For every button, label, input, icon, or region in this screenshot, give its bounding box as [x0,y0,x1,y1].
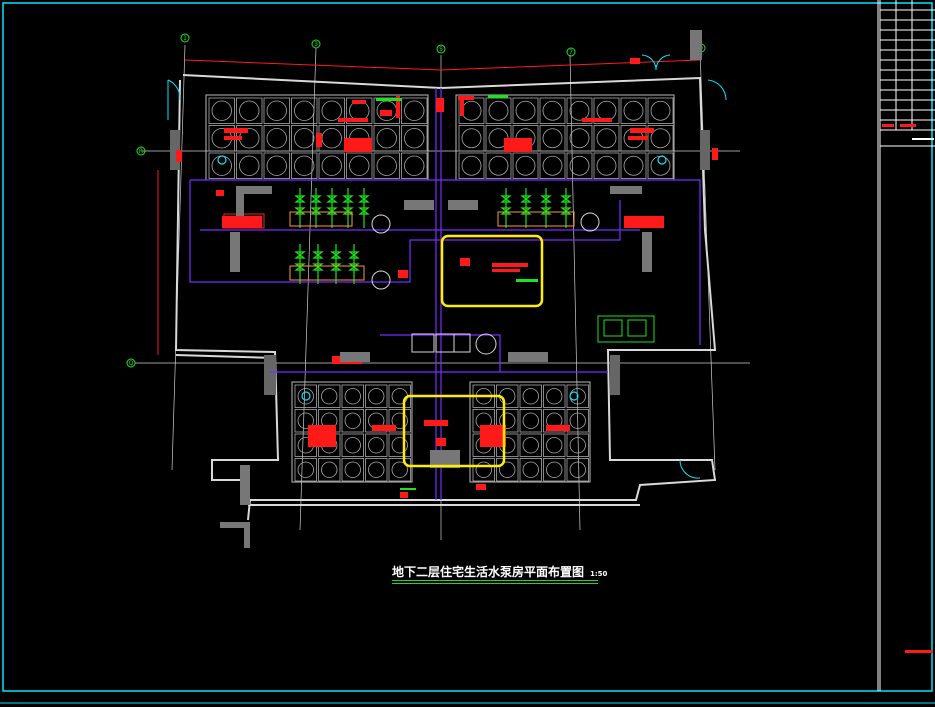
title-underline-2 [392,583,598,584]
drawing-scale: 1:50 [590,570,608,578]
pump-circles [371,212,600,355]
wall-column [264,355,276,395]
drawing-title-text: 地下二层住宅生活水泵房平面布置图 [392,565,585,579]
wall-column [610,355,620,395]
svg-text:R: R [139,148,143,155]
svg-text:5: 5 [439,46,443,53]
title-block-red-mark [905,650,933,653]
drawing-title: 地下二层住宅生活水泵房平面布置图 1:50 [392,563,607,580]
title-underline [392,580,598,581]
svg-text:1: 1 [183,35,187,42]
equipment-blocks [176,58,718,498]
svg-text:3: 3 [314,41,318,48]
green-labels [376,95,538,490]
green-cabinets [597,315,655,343]
wall-column [700,130,710,170]
cad-drawing-canvas: 1 3 5 7 9 R Q [0,0,935,704]
svg-text:7: 7 [569,49,573,56]
drawing-frame [2,2,933,692]
svg-text:Q: Q [129,360,134,367]
title-block-table [877,0,935,691]
top-dimension-line [184,59,701,71]
